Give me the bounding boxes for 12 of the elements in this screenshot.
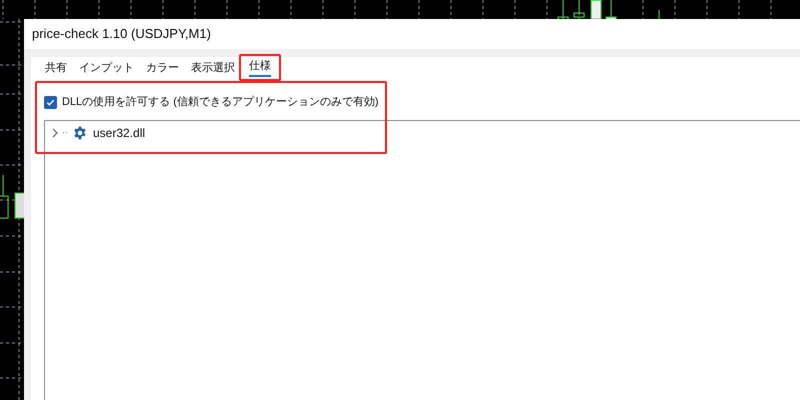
tree-item[interactable]: user32.dll (51, 124, 800, 140)
checkbox-label: DLLの使用を許可する (信頼できるアプリケーションのみで有効) (62, 94, 379, 110)
tab[interactable]: 仕様 (249, 57, 271, 77)
tab[interactable]: カラー (146, 59, 179, 79)
gear-icon (73, 126, 87, 140)
chevron-right-icon[interactable] (51, 128, 59, 138)
tab[interactable]: インプット (79, 59, 134, 79)
tab[interactable]: 共有 (45, 59, 67, 79)
window-title: price-check 1.10 (USDJPY,M1) (32, 25, 211, 44)
checkbox[interactable] (44, 96, 57, 109)
tab[interactable]: 表示選択 (191, 59, 235, 79)
tree-item-label: user32.dll (93, 124, 146, 142)
